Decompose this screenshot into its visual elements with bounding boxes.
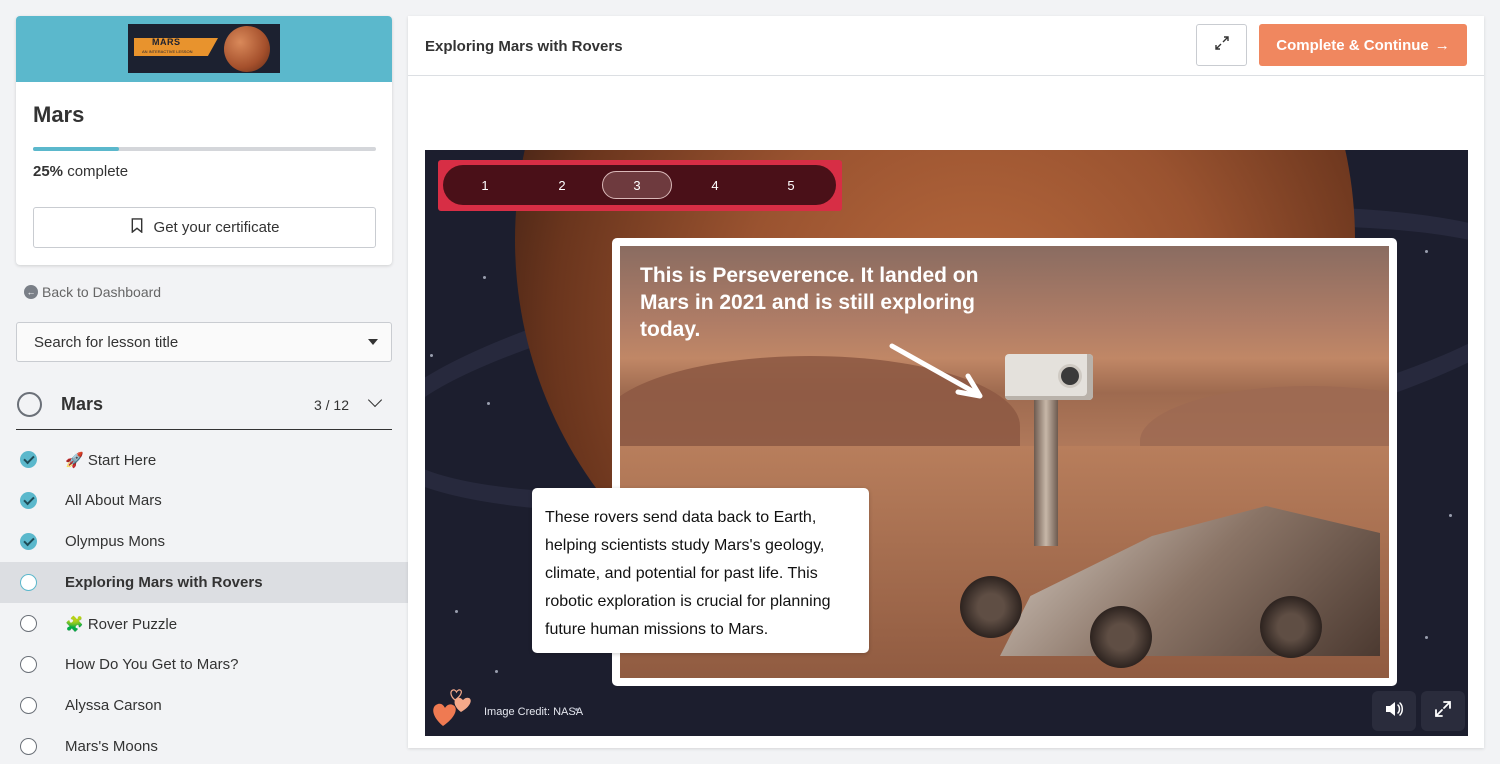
chapter-progress-circle-icon (17, 392, 42, 417)
progress-percent: 25% (33, 163, 64, 180)
lesson-content-panel: Exploring Mars with Rovers Complete & Co… (408, 16, 1484, 748)
lesson-search-select[interactable]: Search for lesson title (16, 322, 392, 362)
lesson-status-icon (20, 533, 37, 550)
lesson-label: All About Mars (65, 492, 162, 509)
interactive-slide: 1 2 3 4 5 This is Perseverence. It lande… (425, 150, 1468, 736)
progress-text: 25% complete (33, 163, 128, 180)
page-button-2[interactable]: 2 (527, 171, 597, 199)
lesson-topbar: Exploring Mars with Rovers Complete & Co… (408, 16, 1484, 76)
lesson-label: Olympus Mons (65, 533, 166, 550)
progress-bar-fill (33, 147, 119, 151)
lesson-label: Mars's Moons (65, 738, 158, 755)
banner-title: MARS (152, 37, 181, 47)
lesson-status-icon (20, 738, 37, 755)
fullscreen-icon (1434, 700, 1452, 723)
complete-and-continue-label: Complete & Continue (1276, 36, 1429, 54)
bookmark-icon (130, 218, 144, 237)
lesson-status-icon (20, 492, 37, 509)
expand-icon (1213, 34, 1231, 57)
lesson-item-alyssa-carson[interactable]: Alyssa Carson (0, 685, 408, 726)
expand-view-button[interactable] (1196, 24, 1247, 66)
pointer-arrow-icon (889, 343, 983, 399)
lesson-status-icon (20, 697, 37, 714)
lesson-search-placeholder: Search for lesson title (34, 333, 179, 351)
lesson-status-icon (20, 656, 37, 673)
course-banner: MARS AN INTERACTIVE LESSON (16, 16, 392, 82)
course-title: Mars (33, 102, 85, 127)
image-credit: Image Credit: NASA (484, 706, 584, 718)
complete-and-continue-button[interactable]: Complete & Continue → (1259, 24, 1467, 66)
lesson-item-exploring-mars-with-rovers[interactable]: Exploring Mars with Rovers (0, 562, 408, 603)
caret-down-icon (368, 339, 378, 345)
planet-icon (224, 26, 270, 72)
chapter-count: 3 / 12 (313, 396, 349, 413)
back-to-dashboard-label: Back to Dashboard (42, 284, 162, 300)
hearts-logo-icon (433, 689, 471, 726)
progress-bar (33, 147, 376, 151)
rover-camera-graphic (1058, 364, 1082, 388)
lesson-status-icon (20, 574, 37, 591)
rover-mast-graphic (1034, 396, 1058, 546)
page-button-1[interactable]: 1 (450, 171, 520, 199)
arrow-right-icon: → (1434, 36, 1450, 54)
get-certificate-label: Get your certificate (153, 219, 280, 236)
chapter-header-mars[interactable]: Mars 3 / 12 (16, 380, 392, 430)
lesson-heading: Exploring Mars with Rovers (425, 38, 623, 55)
chapter-title: Mars (61, 394, 104, 414)
lesson-status-icon (20, 451, 37, 468)
lesson-item-rover-puzzle[interactable]: 🧩 Rover Puzzle (0, 603, 408, 644)
lesson-item-mars-moons[interactable]: Mars's Moons (0, 726, 408, 764)
sidebar: MARS AN INTERACTIVE LESSON Mars 25% comp… (0, 0, 408, 764)
slide-pager: 1 2 3 4 5 (438, 160, 842, 211)
page-button-3[interactable]: 3 (602, 171, 672, 199)
lesson-list: 🚀 Start Here All About Mars Olympus Mons… (0, 439, 408, 764)
back-to-dashboard-link[interactable]: ← Back to Dashboard (24, 284, 161, 300)
lesson-item-olympus-mons[interactable]: Olympus Mons (0, 521, 408, 562)
slide-text-card: These rovers send data back to Earth, he… (532, 488, 869, 653)
course-card: MARS AN INTERACTIVE LESSON Mars 25% comp… (16, 16, 392, 265)
lesson-label: Alyssa Carson (65, 697, 162, 714)
lesson-label: How Do You Get to Mars? (65, 656, 239, 673)
lesson-item-start-here[interactable]: 🚀 Start Here (0, 439, 408, 480)
slide-headline: This is Perseverence. It landed on Mars … (640, 264, 979, 341)
lesson-label: Exploring Mars with Rovers (65, 574, 263, 591)
slide-fullscreen-button[interactable] (1421, 691, 1465, 731)
slide-pager-track: 1 2 3 4 5 (443, 165, 836, 205)
lesson-status-icon (20, 615, 37, 632)
chevron-down-icon[interactable] (367, 392, 383, 408)
banner-image: MARS AN INTERACTIVE LESSON (128, 24, 280, 73)
sound-toggle-button[interactable] (1372, 691, 1416, 731)
page-button-4[interactable]: 4 (680, 171, 750, 199)
page-button-5[interactable]: 5 (756, 171, 826, 199)
lesson-item-all-about-mars[interactable]: All About Mars (0, 480, 408, 521)
speaker-icon (1384, 700, 1404, 723)
get-certificate-button[interactable]: Get your certificate (33, 207, 376, 248)
back-arrow-icon: ← (24, 285, 38, 299)
lesson-label: 🧩 Rover Puzzle (65, 615, 178, 633)
progress-suffix: complete (67, 163, 129, 180)
banner-subtitle: AN INTERACTIVE LESSON (142, 49, 193, 54)
lesson-item-how-do-you-get-to-mars[interactable]: How Do You Get to Mars? (0, 644, 408, 685)
lesson-label: 🚀 Start Here (65, 451, 157, 469)
